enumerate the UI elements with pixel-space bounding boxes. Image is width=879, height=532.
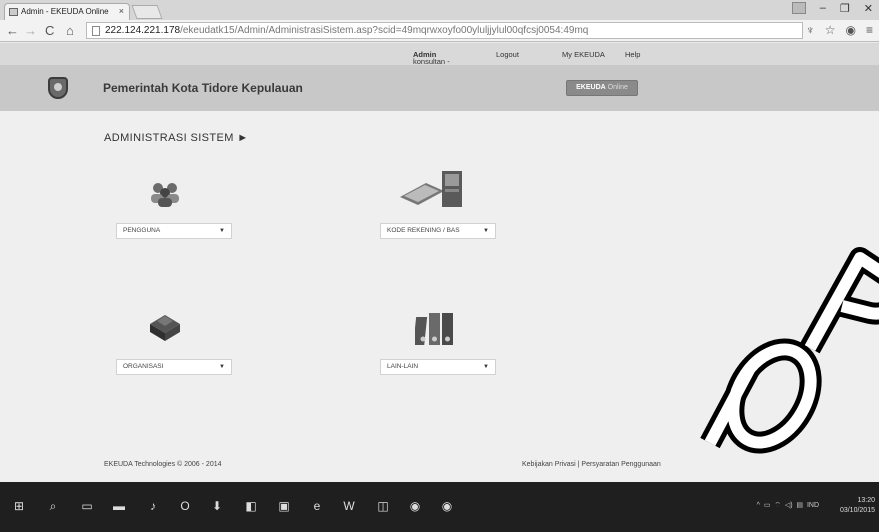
chevron-down-icon: ▼ bbox=[483, 364, 489, 370]
app2-icon[interactable]: ◧ bbox=[244, 499, 258, 513]
minimize-button[interactable]: – bbox=[820, 2, 826, 15]
store-icon[interactable]: ◫ bbox=[376, 499, 390, 513]
network-icon[interactable]: ⌔ bbox=[774, 502, 781, 509]
tray-chevron-icon[interactable]: ^ bbox=[757, 502, 760, 509]
home-icon[interactable]: ⌂ bbox=[66, 23, 74, 38]
bookmark-star-icon[interactable]: ☆ bbox=[825, 23, 836, 37]
kode-rekening-dropdown[interactable]: KODE REKENING / BAS ▼ bbox=[380, 223, 496, 239]
page-top-nav: konsultan - Admin Logout My EKEUDA Help bbox=[0, 43, 879, 66]
windows-start-icon[interactable]: ⊞ bbox=[12, 499, 26, 513]
clock-date: 03/10/2015 bbox=[839, 507, 875, 514]
search-icon[interactable]: ⌕ bbox=[46, 499, 60, 513]
photos-icon[interactable]: ▣ bbox=[277, 499, 291, 513]
help-link[interactable]: Help bbox=[625, 50, 640, 59]
building-icon[interactable] bbox=[147, 310, 183, 342]
menu-icon[interactable]: ≡ bbox=[866, 23, 873, 37]
download-icon[interactable]: ⬇ bbox=[210, 499, 224, 513]
page-info-icon bbox=[92, 26, 100, 36]
window-controls: – ❐ ✕ bbox=[791, 2, 873, 15]
calculator-icon[interactable] bbox=[398, 169, 464, 209]
pengguna-dropdown[interactable]: PENGGUNA ▼ bbox=[116, 223, 232, 239]
task-view-icon[interactable]: ▭ bbox=[80, 499, 94, 513]
browser-tab-bar: Admin - EKEUDA Online × – ❐ ✕ bbox=[0, 0, 879, 20]
maximize-button[interactable]: ❐ bbox=[840, 2, 850, 15]
system-tray: ^ ▭ ⌔ ◁) ▤ IND bbox=[757, 501, 819, 510]
url-host: 222.124.221.178 bbox=[105, 25, 181, 36]
notification-icon[interactable]: ▤ bbox=[796, 502, 803, 509]
battery-icon[interactable]: ▭ bbox=[764, 502, 771, 509]
tab-title: Admin - EKEUDA Online bbox=[21, 7, 109, 16]
language-indicator[interactable]: IND bbox=[807, 502, 819, 509]
back-arrow-icon[interactable]: ← bbox=[6, 23, 19, 38]
brand-name: EKEUDA bbox=[576, 84, 606, 91]
clock-time: 13:20 bbox=[857, 497, 875, 504]
chrome-icon[interactable]: ◉ bbox=[408, 499, 422, 513]
volume-icon[interactable]: ◁) bbox=[785, 502, 793, 509]
site-header: Pemerintah Kota Tidore Kepulauan EKEUDA … bbox=[0, 65, 879, 111]
app-icon[interactable]: ♪ bbox=[146, 499, 160, 513]
word-icon[interactable]: W bbox=[342, 499, 356, 513]
dropdown-label: LAIN-LAIN bbox=[387, 363, 419, 370]
city-crest-icon bbox=[48, 77, 68, 99]
tab-close-button[interactable]: × bbox=[119, 4, 124, 19]
main-content: ADMINISTRASI SISTEM ► PENGGUNA ▼ KODE RE… bbox=[0, 111, 879, 482]
chevron-down-icon: ▼ bbox=[219, 364, 225, 370]
my-ekeuda-link[interactable]: My EKEUDA bbox=[562, 50, 605, 59]
browser-tab[interactable]: Admin - EKEUDA Online × bbox=[4, 3, 130, 20]
users-icon[interactable] bbox=[148, 181, 182, 207]
chevron-down-icon: ▼ bbox=[219, 228, 225, 234]
dropdown-label: PENGGUNA bbox=[123, 227, 161, 234]
url-path: /ekeudatk15/Admin/AdministrasiSistem.asp… bbox=[180, 25, 589, 36]
edge-icon[interactable]: e bbox=[310, 499, 324, 513]
taskbar-clock[interactable]: 13:20 03/10/2015 bbox=[840, 496, 875, 516]
page-favicon-icon bbox=[9, 8, 18, 16]
footer-copyright: EKEUDA Technologies © 2006 - 2014 bbox=[104, 461, 222, 468]
lain-lain-dropdown[interactable]: LAIN-LAIN ▼ bbox=[380, 359, 496, 375]
org-name: Pemerintah Kota Tidore Kepulauan bbox=[103, 81, 303, 95]
file-explorer-icon[interactable]: ▬ bbox=[112, 499, 126, 513]
dropdown-label: ORGANISASI bbox=[123, 363, 164, 370]
address-bar-row: ← → C ⌂ 222.124.221.178/ekeudatk15/Admin… bbox=[0, 20, 879, 42]
opera-icon[interactable]: O bbox=[178, 499, 192, 513]
chrome-active-icon[interactable]: ◉ bbox=[440, 499, 454, 513]
close-window-button[interactable]: ✕ bbox=[864, 2, 873, 15]
reload-icon[interactable]: C bbox=[45, 23, 54, 38]
dropdown-label: KODE REKENING / BAS bbox=[387, 227, 460, 234]
chevron-down-icon: ▼ bbox=[483, 228, 489, 234]
organisasi-dropdown[interactable]: ORGANISASI ▼ bbox=[116, 359, 232, 375]
footer-links[interactable]: Kebijakan Privasi | Persyaratan Pengguna… bbox=[522, 461, 661, 468]
forward-arrow-icon[interactable]: → bbox=[24, 23, 37, 38]
profile-icon[interactable] bbox=[791, 2, 806, 14]
current-user: konsultan - Admin bbox=[413, 50, 450, 66]
url-input[interactable]: 222.124.221.178/ekeudatk15/Admin/Adminis… bbox=[86, 22, 803, 39]
extension-icon[interactable]: ♆ bbox=[806, 23, 815, 37]
ekeuda-online-button[interactable]: EKEUDA Online bbox=[566, 80, 638, 96]
brand-suffix: Online bbox=[605, 84, 628, 91]
page-title: ADMINISTRASI SISTEM ► bbox=[104, 132, 249, 144]
windows-taskbar: ⊞ ⌕ ▭ ▬ ♪ O ⬇ ◧ ▣ e W ◫ ◉ ◉ ^ ▭ ⌔ ◁) ▤ I… bbox=[0, 482, 879, 532]
new-tab-button[interactable] bbox=[131, 5, 163, 19]
extension-circle-icon[interactable]: ◉ bbox=[846, 23, 856, 37]
binders-icon[interactable] bbox=[415, 309, 455, 347]
logout-link[interactable]: Logout bbox=[496, 50, 519, 59]
browser-tools: ♆ ☆ ◉ ≡ bbox=[806, 23, 873, 37]
